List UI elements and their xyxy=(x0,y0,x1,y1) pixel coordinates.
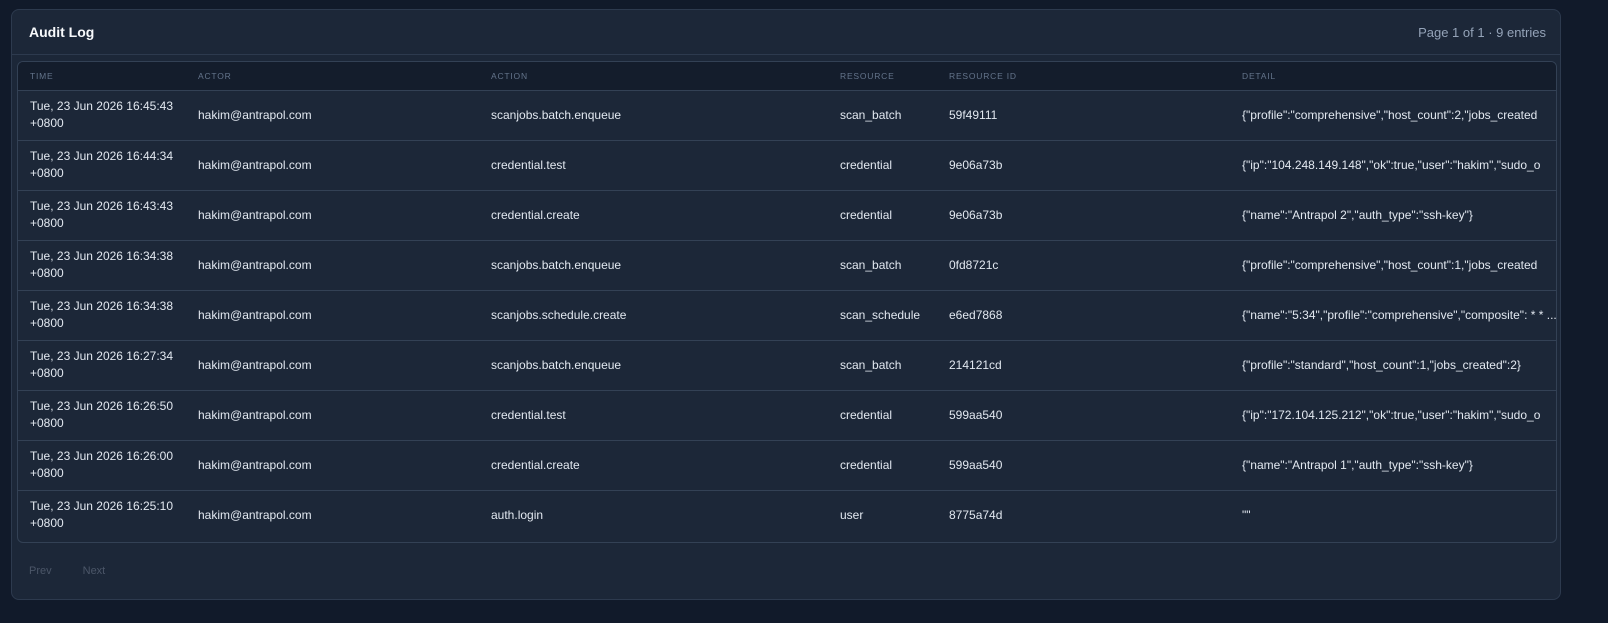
cell-detail: {"ip":"172.104.125.212","ok":true,"user"… xyxy=(1242,407,1541,422)
cell-resource: scan_batch xyxy=(840,358,902,372)
cell-resource-id: 599aa540 xyxy=(949,408,1003,422)
cell-resource: credential xyxy=(840,208,893,222)
cell-action: scanjobs.batch.enqueue xyxy=(491,258,622,272)
table-row: Tue, 23 Jun 2026 16:43:43 +0800 hakim@an… xyxy=(18,190,1556,240)
cell-actor: hakim@antrapol.com xyxy=(198,358,312,372)
prev-button[interactable]: Prev xyxy=(29,565,52,577)
cell-resource: credential xyxy=(840,458,893,472)
cell-detail: {"name":"5:34","profile":"comprehensive"… xyxy=(1242,307,1557,322)
cell-resource-id: 0fd8721c xyxy=(949,258,999,272)
cell-resource: credential xyxy=(840,408,893,422)
table-row: Tue, 23 Jun 2026 16:34:38 +0800 hakim@an… xyxy=(18,240,1556,290)
cell-time: Tue, 23 Jun 2026 16:26:00 +0800 xyxy=(30,449,174,480)
cell-time: Tue, 23 Jun 2026 16:27:34 +0800 xyxy=(30,349,174,380)
cell-time: Tue, 23 Jun 2026 16:34:38 +0800 xyxy=(30,299,174,330)
cell-detail: "" xyxy=(1242,507,1251,522)
column-header-detail: DETAIL xyxy=(1230,62,1556,91)
cell-resource-id: e6ed7868 xyxy=(949,308,1003,322)
column-header-action: ACTION xyxy=(479,62,828,91)
table-row: Tue, 23 Jun 2026 16:26:00 +0800 hakim@an… xyxy=(18,440,1556,490)
cell-action: scanjobs.batch.enqueue xyxy=(491,108,622,122)
table-row: Tue, 23 Jun 2026 16:34:38 +0800 hakim@an… xyxy=(18,290,1557,340)
cell-resource: scan_batch xyxy=(840,258,902,272)
cell-actor: hakim@antrapol.com xyxy=(198,258,312,272)
table-row: Tue, 23 Jun 2026 16:27:34 +0800 hakim@an… xyxy=(18,340,1556,390)
cell-actor: hakim@antrapol.com xyxy=(198,158,312,172)
cell-action: credential.test xyxy=(491,408,566,422)
table-row: Tue, 23 Jun 2026 16:26:50 +0800 hakim@an… xyxy=(18,390,1556,440)
cell-resource: credential xyxy=(840,158,893,172)
cell-resource-id: 214121cd xyxy=(949,358,1002,372)
cell-time: Tue, 23 Jun 2026 16:44:34 +0800 xyxy=(30,149,174,180)
audit-table-container[interactable]: TIME ACTOR ACTION RESOURCE RESOURCE ID D… xyxy=(17,61,1557,543)
cell-resource: scan_batch xyxy=(840,108,902,122)
cell-time: Tue, 23 Jun 2026 16:45:43 +0800 xyxy=(30,99,174,130)
column-header-resource-id: RESOURCE ID xyxy=(937,62,1230,91)
cell-detail: {"profile":"standard","host_count":1,"jo… xyxy=(1242,357,1521,372)
cell-action: scanjobs.schedule.create xyxy=(491,308,627,322)
next-button[interactable]: Next xyxy=(83,565,106,577)
pagination: Prev Next xyxy=(29,565,105,577)
table-row: Tue, 23 Jun 2026 16:44:34 +0800 hakim@an… xyxy=(18,140,1556,190)
cell-action: credential.create xyxy=(491,208,580,222)
table-header-row: TIME ACTOR ACTION RESOURCE RESOURCE ID D… xyxy=(18,62,1556,91)
cell-time: Tue, 23 Jun 2026 16:43:43 +0800 xyxy=(30,199,174,230)
cell-actor: hakim@antrapol.com xyxy=(198,108,312,122)
cell-resource-id: 9e06a73b xyxy=(949,208,1003,222)
column-header-resource: RESOURCE xyxy=(828,62,937,91)
cell-resource-id: 9e06a73b xyxy=(949,158,1003,172)
cell-detail: {"profile":"comprehensive","host_count":… xyxy=(1242,107,1538,122)
cell-action: auth.login xyxy=(491,508,544,523)
column-header-actor: ACTOR xyxy=(186,62,479,91)
cell-detail: {"name":"Antrapol 2","auth_type":"ssh-ke… xyxy=(1242,207,1473,222)
cell-action: credential.create xyxy=(491,458,580,472)
cell-actor: hakim@antrapol.com xyxy=(198,208,312,222)
cell-resource: scan_schedule xyxy=(840,308,921,322)
cell-actor: hakim@antrapol.com xyxy=(198,308,312,322)
cell-resource-id: 59f49111 xyxy=(949,108,998,122)
cell-resource: user xyxy=(840,508,864,523)
cell-time: Tue, 23 Jun 2026 16:25:10 +0800 xyxy=(30,499,174,531)
table-row: Tue, 23 Jun 2026 16:45:43 +0800 hakim@an… xyxy=(18,90,1556,140)
cell-detail: {"name":"Antrapol 1","auth_type":"ssh-ke… xyxy=(1242,457,1473,472)
cell-action: credential.test xyxy=(491,158,566,172)
page-title: Audit Log xyxy=(29,24,95,40)
cell-actor: hakim@antrapol.com xyxy=(198,408,312,422)
panel-header: Audit Log Page 1 of 1 · 9 entries xyxy=(12,10,1560,55)
cell-detail: {"ip":"104.248.149.148","ok":true,"user"… xyxy=(1242,157,1541,172)
cell-resource-id: 8775a74d xyxy=(949,508,1003,523)
table-row: Tue, 23 Jun 2026 16:25:10 +0800 hakim@an… xyxy=(18,490,1556,540)
audit-table: TIME ACTOR ACTION RESOURCE RESOURCE ID D… xyxy=(18,62,1557,540)
cell-resource-id: 599aa540 xyxy=(949,458,1003,472)
cell-time: Tue, 23 Jun 2026 16:26:50 +0800 xyxy=(30,399,174,430)
cell-actor: hakim@antrapol.com xyxy=(198,458,312,472)
cell-detail: {"profile":"comprehensive","host_count":… xyxy=(1242,257,1538,272)
page-info: Page 1 of 1 · 9 entries xyxy=(1418,24,1546,40)
cell-actor: hakim@antrapol.com xyxy=(198,508,312,523)
cell-time: Tue, 23 Jun 2026 16:34:38 +0800 xyxy=(30,249,174,280)
cell-action: scanjobs.batch.enqueue xyxy=(491,358,622,372)
column-header-time: TIME xyxy=(18,62,186,91)
